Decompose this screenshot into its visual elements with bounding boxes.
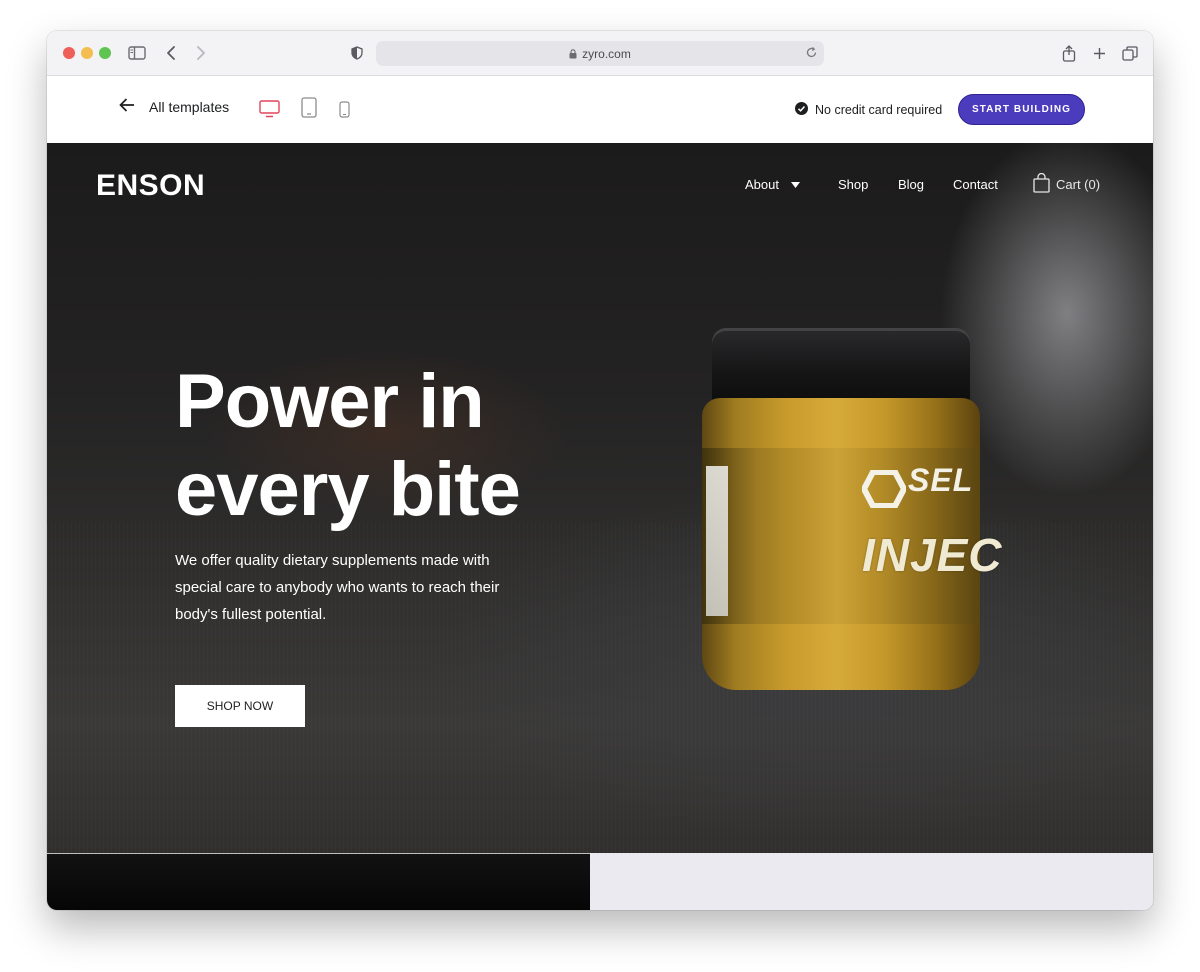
headline-line-2: every bite [175,447,521,532]
tab-overview-icon[interactable] [1121,42,1139,64]
forward-nav-icon[interactable] [193,42,209,64]
shopping-bag-icon [1033,172,1050,196]
hero-section: ENSON About Shop Blog Contact Cart (0) P… [47,143,1153,853]
lock-icon [569,48,577,59]
cart-link[interactable]: Cart (0) [1033,172,1101,196]
hero-headline: Power in every bite [175,358,595,534]
arrow-left-icon [119,98,135,115]
mobile-view-icon[interactable] [339,101,350,123]
zoom-window-button[interactable] [99,47,111,59]
tablet-view-icon[interactable] [301,97,317,123]
jar-brand-text: SEL [908,462,974,498]
device-switcher [259,97,350,123]
check-circle-icon [795,102,808,118]
back-nav-icon[interactable] [163,42,179,64]
no-credit-card-text: No credit card required [815,103,943,117]
nav-about-label: About [745,177,779,192]
nav-item-about[interactable]: About [745,177,800,192]
jar-product-name: INJEC [862,529,1003,581]
no-credit-card-notice: No credit card required [795,102,942,118]
jar-body: SEL INJEC [702,398,1001,690]
product-jar-image: SEL INJEC [700,328,1001,693]
all-templates-label: All templates [149,98,230,115]
close-window-button[interactable] [63,47,75,59]
hexagon-logo-icon [860,469,908,513]
sidebar-toggle-icon[interactable] [127,42,147,64]
privacy-shield-icon[interactable] [349,42,365,64]
new-tab-icon[interactable] [1091,42,1107,64]
address-url: zyro.com [582,46,631,61]
all-templates-link[interactable]: All templates [119,98,229,115]
minimize-window-button[interactable] [81,47,93,59]
cart-label: Cart (0) [1056,177,1101,192]
shop-now-button[interactable]: SHOP NOW [175,685,305,727]
next-section-light-panel [590,853,1153,910]
headline-line-1: Power in [175,359,485,444]
site-logo[interactable]: ENSON [96,169,205,203]
template-preview-bar: All templates No credit card required ST… [47,76,1153,143]
nav-item-contact[interactable]: Contact [953,177,998,192]
browser-window: zyro.com All templates No credit card re… [47,31,1153,910]
share-icon[interactable] [1061,42,1077,64]
nav-item-blog[interactable]: Blog [898,177,924,192]
desktop-view-icon[interactable] [259,100,280,123]
reload-icon[interactable] [805,46,818,62]
nav-item-shop[interactable]: Shop [838,177,868,192]
start-building-button[interactable]: START BUILDING [958,94,1085,125]
next-section-dark-panel [47,853,590,910]
address-bar[interactable]: zyro.com [376,41,824,66]
jar-lid [712,328,970,404]
hero-subtitle: We offer quality dietary supplements mad… [175,552,500,623]
jar-nutrition-panel [706,466,728,616]
caret-down-icon [790,177,800,192]
browser-toolbar: zyro.com [47,31,1153,76]
